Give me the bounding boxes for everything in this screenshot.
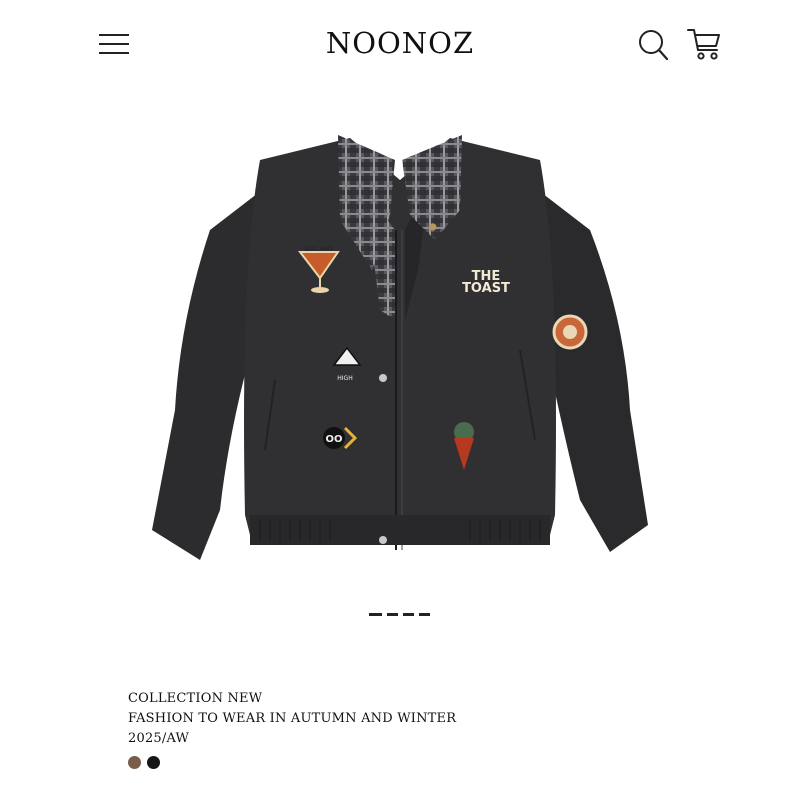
carousel-dot-4[interactable] [419, 613, 430, 616]
season-code: 2025/AW [128, 731, 190, 746]
svg-text:HIGH: HIGH [337, 375, 352, 382]
patch-salon-burger [552, 314, 588, 350]
brand-logo[interactable]: NOONOZ [0, 26, 800, 60]
carousel-dot-3[interactable] [403, 613, 414, 616]
product-info: COLLECTION NEW FASHION TO WEAR IN AUTUMN… [128, 689, 456, 749]
carousel-indicators [369, 613, 430, 616]
jacket-image: BULLSHIT THE TOAST HIGH OO [152, 135, 648, 560]
swatch-black[interactable] [147, 756, 160, 769]
carousel-dot-2[interactable] [387, 613, 398, 616]
svg-text:BULLSHIT: BULLSHIT [305, 246, 334, 253]
season-description: FASHION TO WEAR IN AUTUMN AND WINTER [128, 711, 457, 726]
svg-text:TOAST: TOAST [462, 281, 510, 296]
product-image[interactable]: BULLSHIT THE TOAST HIGH OO [140, 120, 660, 570]
svg-text:OO: OO [325, 434, 342, 445]
color-swatches [128, 756, 160, 769]
swatch-brown[interactable] [128, 756, 141, 769]
carousel-dot-1[interactable] [369, 613, 382, 616]
search-icon [639, 30, 669, 61]
cart-icon [687, 29, 720, 60]
cart-button[interactable] [686, 27, 722, 61]
collection-label: COLLECTION NEW [128, 691, 263, 706]
search-button[interactable] [638, 28, 670, 62]
